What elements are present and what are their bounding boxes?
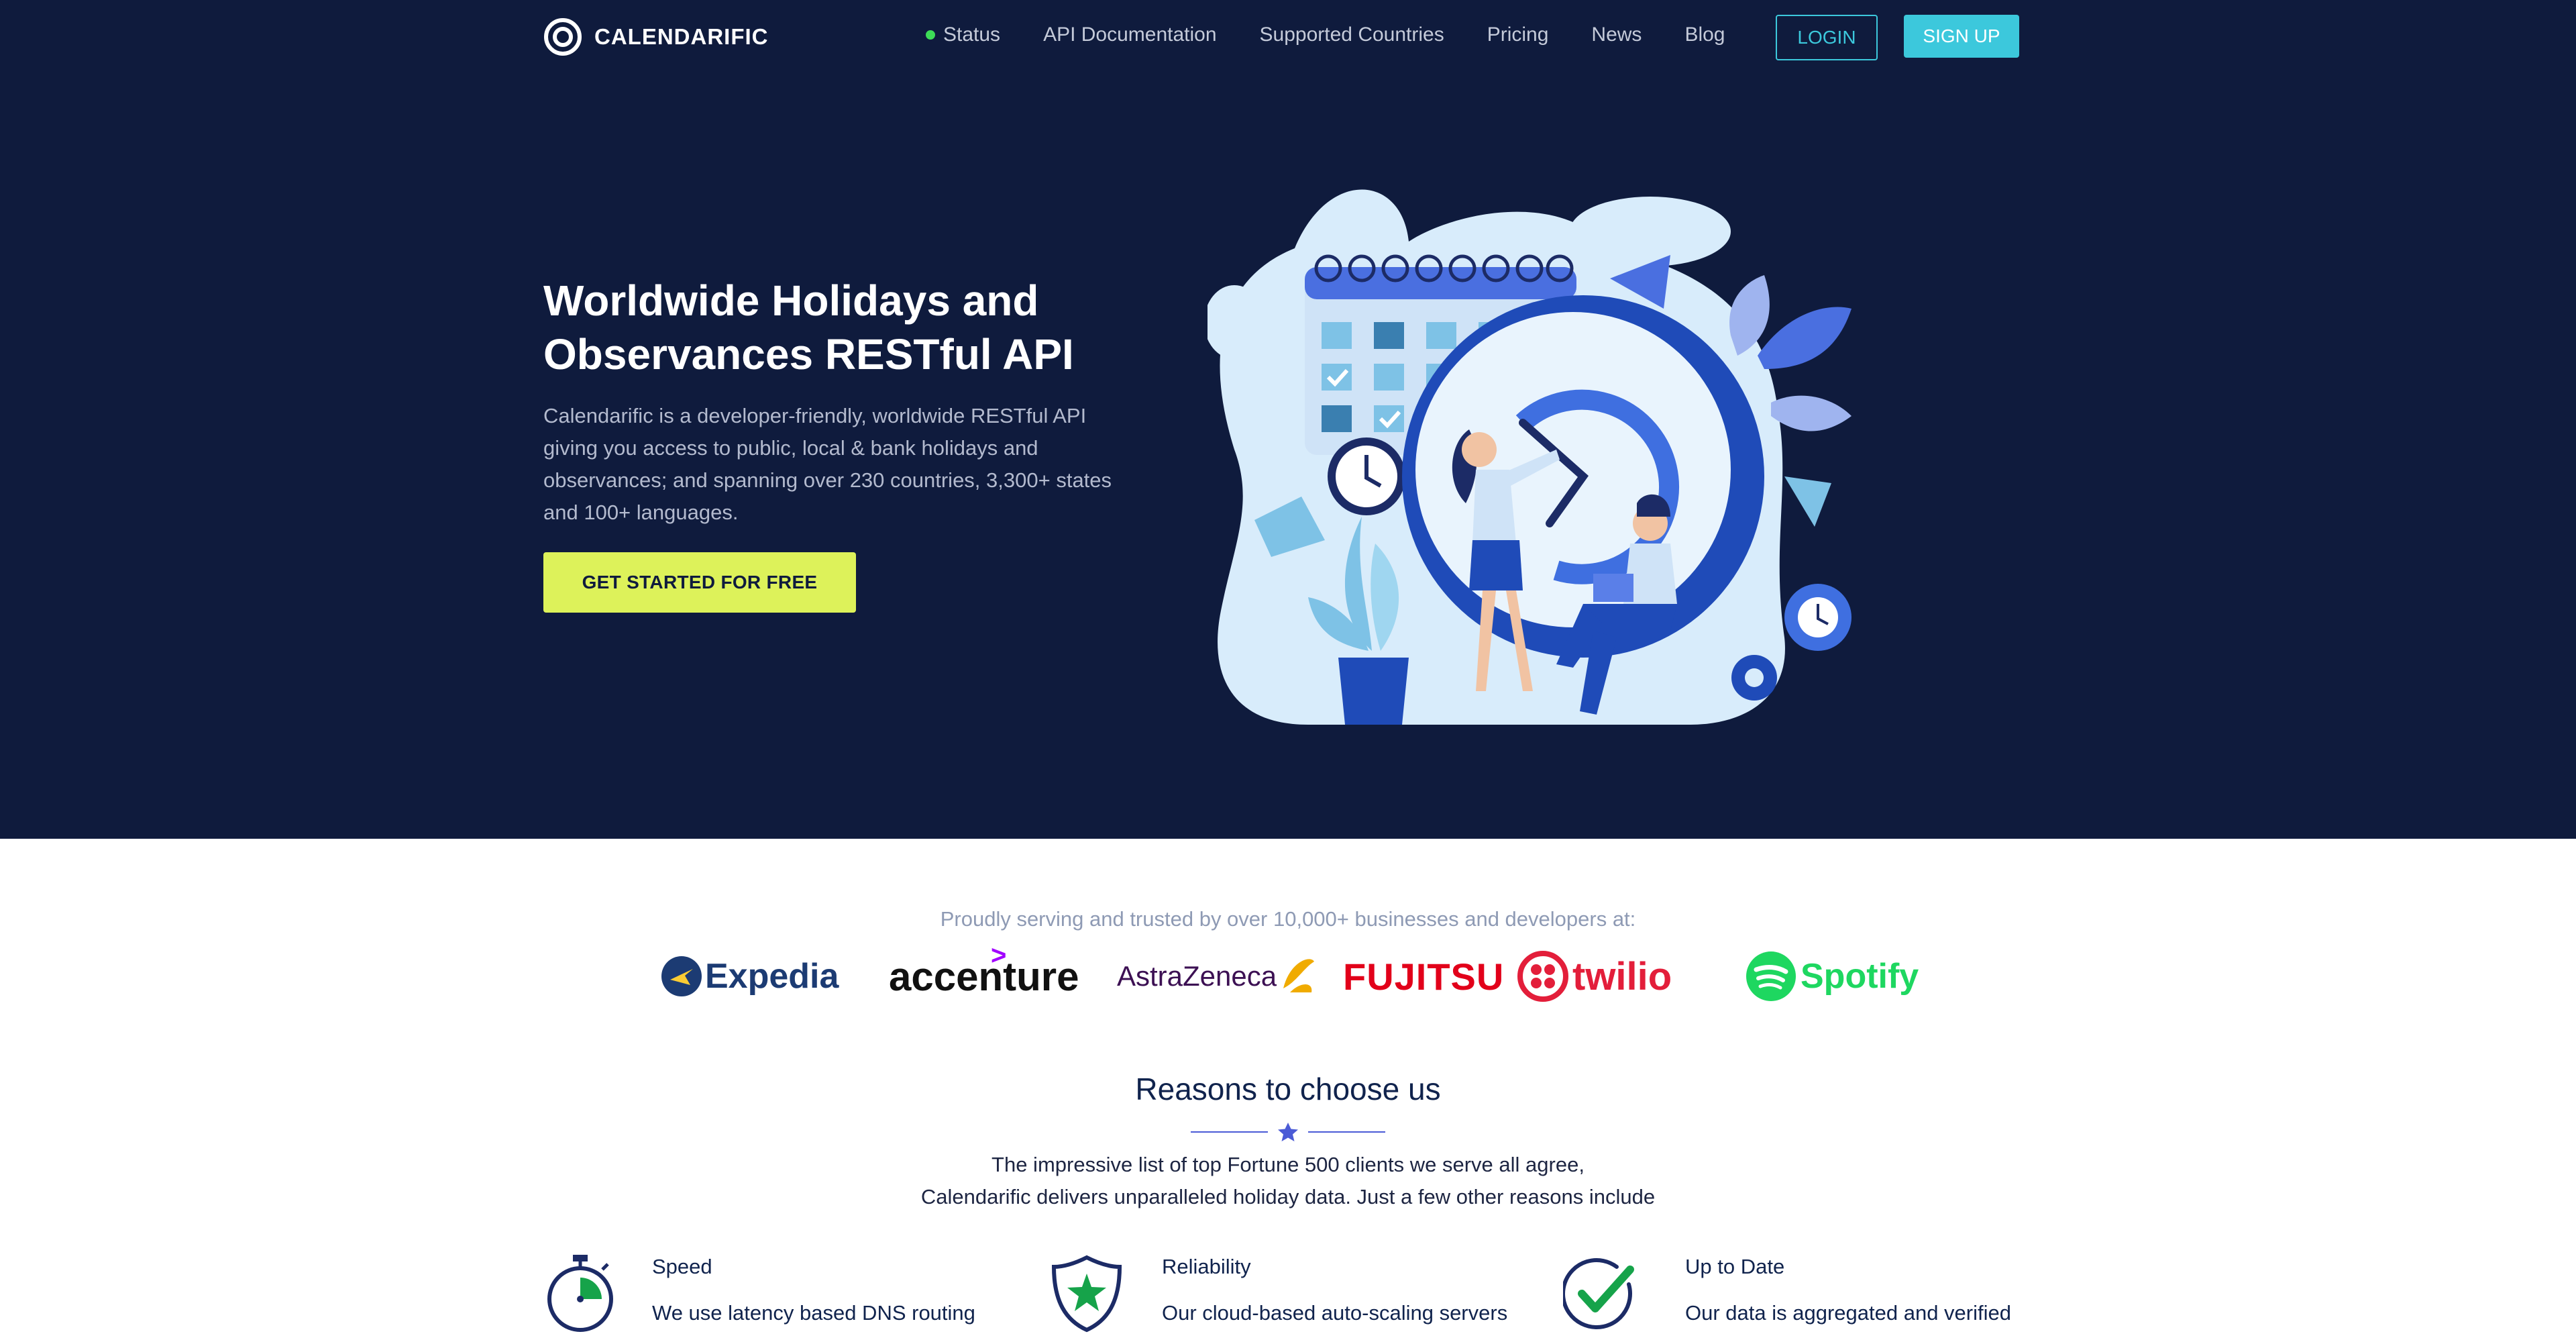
signup-button[interactable]: SIGN UP — [1904, 15, 2019, 58]
reasons-subtitle-line: The impressive list of top Fortune 500 c… — [991, 1153, 1585, 1176]
nav-pricing[interactable]: Pricing — [1487, 23, 1549, 46]
nav-status[interactable]: Status — [926, 23, 1000, 46]
checkmark-icon — [1563, 1258, 1634, 1329]
login-button[interactable]: LOGIN — [1776, 15, 1878, 60]
fujitsu-logo: FUJITSU — [1343, 939, 1504, 1013]
nav-supported-countries[interactable]: Supported Countries — [1260, 23, 1444, 46]
calendarific-logo-icon — [544, 18, 582, 56]
hero-title: Worldwide Holidays and Observances RESTf… — [543, 274, 1147, 381]
accenture-arrow-icon: > — [991, 941, 1007, 970]
gear-icon — [1731, 655, 1777, 701]
hero-desc-line: observances; and spanning over 230 count… — [543, 468, 1112, 492]
feature-title: Reliability — [1162, 1255, 1251, 1278]
spotify-icon — [1746, 951, 1796, 1001]
hero-description: Calendarific is a developer-friendly, wo… — [543, 400, 1147, 529]
main-nav: Status API Documentation Supported Count… — [926, 0, 1768, 70]
reasons-title: Reasons to choose us — [1135, 1072, 1441, 1106]
expedia-wordmark: Expedia — [705, 957, 839, 996]
brand-logo[interactable]: CALENDARIFIC — [543, 17, 768, 56]
star-divider — [1191, 1123, 1385, 1141]
expedia-globe-icon — [661, 956, 702, 996]
twilio-icon — [1517, 951, 1568, 1002]
spotify-wordmark: Spotify — [1801, 957, 1919, 996]
hero-desc-line: Calendarific is a developer-friendly, wo… — [543, 404, 1087, 427]
nav-news[interactable]: News — [1591, 23, 1642, 46]
nav-api-documentation[interactable]: API Documentation — [1043, 23, 1216, 46]
star-icon — [1278, 1123, 1298, 1141]
feature-title: Speed — [652, 1255, 712, 1278]
brand-name: CALENDARIFIC — [594, 24, 769, 49]
trusted-by-text: Proudly serving and trusted by over 10,0… — [940, 907, 1636, 931]
hero-desc-line: giving you access to public, local & ban… — [543, 436, 1038, 460]
fujitsu-wordmark: FUJITSU — [1343, 955, 1505, 998]
astrazeneca-logo: AstraZeneca — [1117, 939, 1317, 1013]
stopwatch-icon — [547, 1255, 613, 1332]
feature-text: We use latency based DNS routing — [652, 1301, 975, 1325]
feature-text: Our data is aggregated and verified — [1685, 1301, 2011, 1325]
nav-blog[interactable]: Blog — [1684, 23, 1725, 46]
clock-icon — [1328, 437, 1405, 515]
feature-text: Our cloud-based auto-scaling servers — [1162, 1301, 1508, 1325]
hero-section: CALENDARIFIC Status API Documentation Su… — [0, 0, 2576, 839]
accenture-logo: accenture > — [889, 939, 1079, 1013]
nav-status-label: Status — [943, 23, 1001, 46]
hero-title-line: Observances RESTful API — [543, 330, 1074, 378]
accenture-wordmark: accenture — [889, 953, 1079, 999]
status-dot-icon — [926, 30, 935, 40]
client-logos: Expedia accenture > AstraZeneca FUJITSU … — [657, 939, 1919, 1013]
get-started-button[interactable]: GET STARTED FOR FREE — [543, 552, 856, 613]
twilio-logo: twilio — [1517, 939, 1672, 1013]
leaf-icon — [1758, 307, 1851, 369]
hero-illustration — [1208, 189, 1851, 725]
hero-desc-line: and 100+ languages. — [543, 501, 739, 524]
twilio-wordmark: twilio — [1572, 954, 1672, 998]
cloud-shape — [1570, 197, 1731, 266]
feature-title: Up to Date — [1685, 1255, 1785, 1278]
spotify-logo: Spotify — [1746, 939, 1919, 1013]
hero-title-line: Worldwide Holidays and — [543, 276, 1039, 325]
astrazeneca-wordmark: AstraZeneca — [1117, 960, 1277, 992]
reasons-subtitle: The impressive list of top Fortune 500 c… — [0, 1149, 2576, 1213]
expedia-logo: Expedia — [661, 939, 839, 1013]
gear-icon — [1784, 584, 1851, 651]
reasons-subtitle-line: Calendarific delivers unparalleled holid… — [920, 1185, 1656, 1208]
shield-star-icon — [1051, 1255, 1122, 1333]
astrazeneca-swirl-icon — [1283, 959, 1315, 992]
